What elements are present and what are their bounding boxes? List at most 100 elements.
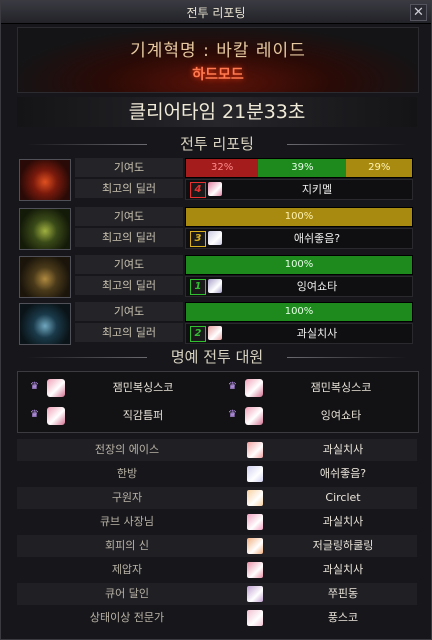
battle-report-window: 전투 리포팅 ✕ 기계혁명 : 바칼 레이드 하드모드 클리어타임 21분33초… — [0, 0, 432, 640]
award-avatar-icon — [247, 442, 263, 458]
contribution-bar: 32% 39% 29% — [185, 158, 413, 178]
best-dealer-label: 최고의 딜러 — [75, 179, 183, 198]
award-title: 전장의 에이스 — [94, 443, 160, 456]
best-dealer: 4 지키멜 — [185, 179, 413, 200]
dealer-name: 잉여쇼타 — [296, 280, 338, 293]
award-row: 큐어 달인 쭈핀동 — [17, 583, 417, 605]
contribution-segment: 39% — [258, 159, 347, 177]
member-name: 잼민복싱스코 — [310, 381, 372, 394]
dealer-name: 지키멜 — [301, 183, 333, 196]
award-avatar-icon — [247, 562, 263, 578]
contribution-segment: 100% — [186, 303, 412, 321]
section-title-report: 전투 리포팅 — [17, 133, 417, 155]
dealer-name: 애쉬좋음? — [293, 232, 341, 245]
award-avatar-icon — [247, 538, 263, 554]
member-avatar-icon — [47, 407, 65, 425]
awards-table: 전장의 에이스 과실치사 한방 애쉬좋음? 구원자 Circlet 큐브 사장님 과실치사 회피… — [17, 439, 417, 635]
award-title: 상태이상 전문가 — [89, 611, 165, 624]
section-title-honor: 명예 전투 대원 — [17, 346, 417, 368]
blue-dragon-portrait-icon — [19, 303, 71, 345]
contribution-bar: 100% — [185, 207, 413, 227]
award-row: 큐브 사장님 과실치사 — [17, 511, 417, 533]
contribution-segment: 29% — [346, 159, 412, 177]
red-dragon-portrait-icon — [19, 159, 71, 201]
rank-badge: 3 — [190, 231, 206, 247]
crown-icon: ♛ — [228, 409, 237, 420]
clear-time: 클리어타임 21분33초 — [17, 97, 417, 127]
contribution-label: 기여도 — [75, 158, 183, 177]
dealer-name: 과실치사 — [296, 327, 338, 340]
party-row: 기여도최고의 딜러 100% 3 애쉬좋음? — [17, 206, 417, 250]
award-winner: 풍스코 — [327, 611, 359, 624]
award-row: 전장의 에이스 과실치사 — [17, 439, 417, 461]
honor-member[interactable]: ♛ 잼민복싱스코 — [22, 375, 218, 401]
award-title: 한방 — [116, 467, 138, 480]
close-icon[interactable]: ✕ — [410, 4, 427, 21]
award-row: 구원자 Circlet — [17, 487, 417, 509]
contribution-segment: 100% — [186, 256, 412, 274]
member-name: 직감틈퍼 — [122, 409, 164, 422]
award-title: 회피의 신 — [105, 539, 149, 552]
contribution-label: 기여도 — [75, 255, 183, 274]
contribution-bar: 100% — [185, 302, 413, 322]
best-dealer-label: 최고의 딜러 — [75, 276, 183, 295]
contribution-label: 기여도 — [75, 302, 183, 321]
member-name: 잼민복싱스코 — [112, 381, 174, 394]
contribution-label: 기여도 — [75, 207, 183, 226]
dealer-avatar-icon — [208, 279, 222, 293]
award-title: 제압자 — [111, 563, 143, 576]
best-dealer-label: 최고의 딜러 — [75, 323, 183, 342]
member-avatar-icon — [47, 379, 65, 397]
contribution-bar: 100% — [185, 255, 413, 275]
award-avatar-icon — [247, 490, 263, 506]
award-winner: 애쉬좋음? — [319, 467, 367, 480]
honor-member[interactable]: ♛ 직감틈퍼 — [22, 403, 218, 429]
raid-difficulty: 하드모드 — [192, 67, 244, 83]
best-dealer: 3 애쉬좋음? — [185, 228, 413, 249]
best-dealer-label: 최고의 딜러 — [75, 228, 183, 247]
contribution-segment: 32% — [186, 159, 259, 177]
crown-icon: ♛ — [30, 409, 39, 420]
dealer-avatar-icon — [208, 326, 222, 340]
raid-name: 기계혁명 : 바칼 레이드 — [130, 41, 306, 61]
member-avatar-icon — [245, 379, 263, 397]
award-avatar-icon — [247, 466, 263, 482]
best-dealer: 1 잉여쇼타 — [185, 276, 413, 297]
dealer-avatar-icon — [208, 231, 222, 245]
award-row: 한방 애쉬좋음? — [17, 463, 417, 485]
best-dealer: 2 과실치사 — [185, 323, 413, 344]
honor-member[interactable]: ♛ 잼민복싱스코 — [220, 375, 416, 401]
honor-members: ♛ 잼민복싱스코 ♛ 잼민복싱스코 ♛ 직감틈퍼 ♛ 잉여쇼타 — [17, 371, 419, 433]
rank-badge: 4 — [190, 182, 206, 198]
award-winner: 쭈핀동 — [327, 587, 359, 600]
member-name: 잉여쇼타 — [320, 409, 362, 422]
award-winner: Circlet — [325, 491, 361, 504]
crown-icon: ♛ — [228, 381, 237, 392]
contribution-segment: 100% — [186, 208, 412, 226]
award-avatar-icon — [247, 514, 263, 530]
party-row: 기여도최고의 딜러 100% 1 잉여쇼타 — [17, 254, 417, 298]
award-row: 제압자 과실치사 — [17, 559, 417, 581]
award-row: 회피의 신 저글링하쿨링 — [17, 535, 417, 557]
party-row: 기여도최고의 딜러 100% 2 과실치사 — [17, 301, 417, 345]
window-title: 전투 리포팅 — [186, 6, 246, 20]
dealer-avatar-icon — [208, 182, 222, 196]
award-winner: 과실치사 — [322, 563, 364, 576]
award-title: 큐브 사장님 — [99, 515, 155, 528]
rank-badge: 1 — [190, 279, 206, 295]
award-title: 큐어 달인 — [105, 587, 149, 600]
green-dragon-portrait-icon — [19, 208, 71, 250]
crown-icon: ♛ — [30, 381, 39, 392]
title-bar[interactable]: 전투 리포팅 ✕ — [1, 1, 431, 24]
award-avatar-icon — [247, 586, 263, 602]
party-row: 기여도최고의 딜러 32% 39% 29% 4 지키멜 — [17, 157, 417, 201]
award-winner: 과실치사 — [322, 443, 364, 456]
award-title: 구원자 — [111, 491, 143, 504]
raid-header: 기계혁명 : 바칼 레이드 하드모드 — [17, 27, 419, 93]
award-winner: 저글링하쿨링 — [312, 539, 374, 552]
member-avatar-icon — [245, 407, 263, 425]
award-row: 상태이상 전문가 풍스코 — [17, 607, 417, 629]
award-avatar-icon — [247, 610, 263, 626]
award-winner: 과실치사 — [322, 515, 364, 528]
honor-member[interactable]: ♛ 잉여쇼타 — [220, 403, 416, 429]
